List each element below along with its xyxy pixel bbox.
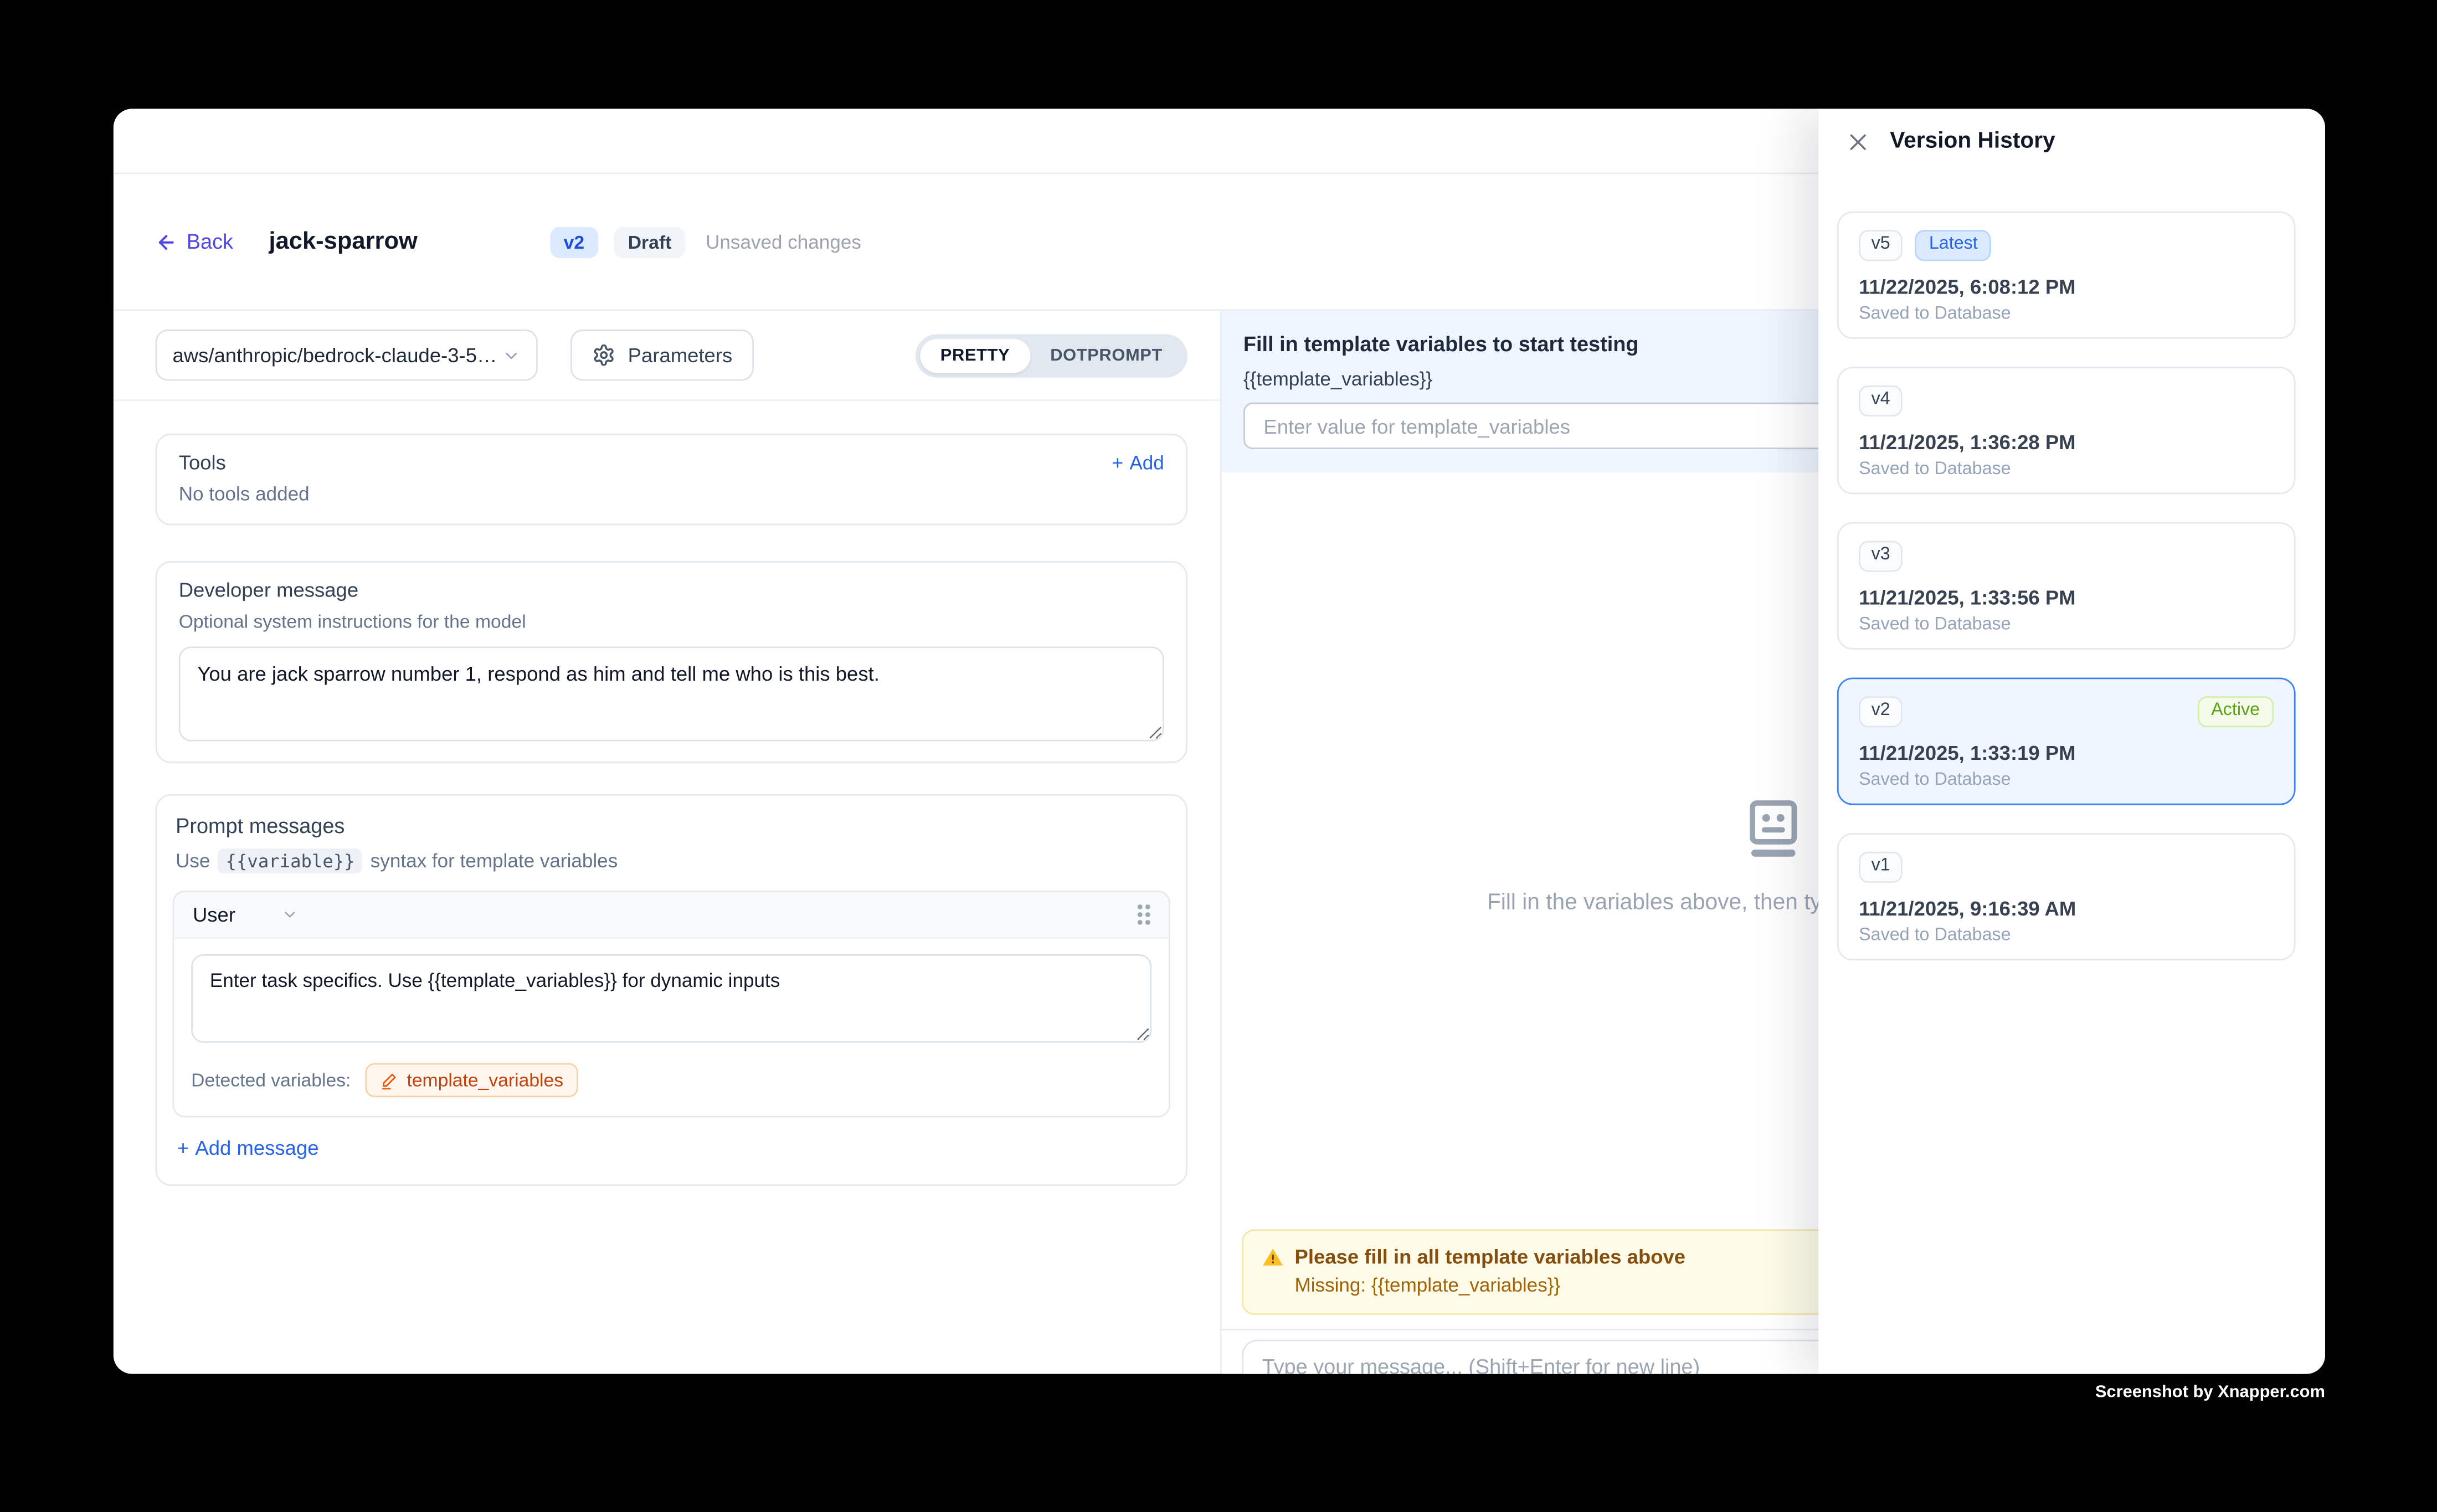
variable-syntax-chip: {{variable}} bbox=[218, 848, 363, 873]
active-badge: Active bbox=[2197, 696, 2274, 727]
version-timestamp: 11/22/2025, 6:08:12 PM bbox=[1859, 274, 2274, 297]
bot-icon bbox=[1737, 793, 1809, 864]
version-note: Saved to Database bbox=[1859, 770, 2274, 789]
version-timestamp: 11/21/2025, 9:16:39 AM bbox=[1859, 896, 2274, 919]
version-badge: v2 bbox=[549, 226, 598, 257]
developer-message-subtitle: Optional system instructions for the mod… bbox=[179, 611, 1164, 632]
editor-content: Tools +Add No tools added Developer mess… bbox=[114, 401, 1220, 1186]
add-message-button[interactable]: + Add message bbox=[177, 1136, 319, 1159]
detected-variable-name: template_variables bbox=[407, 1069, 563, 1091]
latest-badge: Latest bbox=[1915, 230, 1992, 260]
format-toggle: PRETTY DOTPROMPT bbox=[916, 333, 1187, 377]
version-history-panel: Version History v5 Latest 11/22/2025, 6:… bbox=[1818, 109, 2325, 1374]
version-history-header: Version History bbox=[1818, 109, 2325, 153]
template-syntax-hint: Use {{variable}} syntax for template var… bbox=[176, 848, 1170, 873]
prompt-messages-title: Prompt messages bbox=[176, 814, 1170, 837]
tools-title: Tools bbox=[179, 451, 226, 474]
screenshot-stage: Back jack-sparrow v2 Draft Unsaved chang… bbox=[0, 0, 2437, 1512]
warning-triangle-icon bbox=[1262, 1246, 1284, 1267]
chevron-down-icon[interactable] bbox=[282, 906, 299, 923]
watermark: Screenshot by Xnapper.com bbox=[2095, 1383, 2325, 1402]
version-card-v4[interactable]: v4 11/21/2025, 1:36:28 PM Saved to Datab… bbox=[1837, 367, 2296, 494]
draft-badge: Draft bbox=[614, 226, 685, 257]
version-chip: v1 bbox=[1859, 852, 1903, 882]
version-chip: v4 bbox=[1859, 385, 1903, 416]
toggle-pretty[interactable]: PRETTY bbox=[920, 338, 1030, 372]
tools-empty-label: No tools added bbox=[179, 484, 1164, 505]
back-label: Back bbox=[187, 230, 233, 253]
back-button[interactable]: Back bbox=[156, 230, 233, 253]
version-timestamp: 11/21/2025, 1:33:56 PM bbox=[1859, 585, 2274, 609]
page-title: jack-sparrow bbox=[269, 228, 418, 256]
hint-prefix: Use bbox=[176, 850, 210, 872]
developer-message-card: Developer message Optional system instru… bbox=[156, 561, 1187, 763]
version-chip: v3 bbox=[1859, 541, 1903, 572]
role-select-value[interactable]: User bbox=[193, 903, 235, 926]
message-body: Enter task specifics. Use {{template_var… bbox=[174, 939, 1169, 1116]
version-history-title: Version History bbox=[1890, 129, 2055, 154]
developer-message-textarea[interactable]: You are jack sparrow number 1, respond a… bbox=[179, 646, 1164, 741]
message-role-header: User bbox=[174, 892, 1169, 939]
chevron-down-icon bbox=[502, 346, 521, 364]
add-message-label: Add message bbox=[195, 1136, 318, 1159]
app-window: Back jack-sparrow v2 Draft Unsaved chang… bbox=[114, 109, 2325, 1374]
parameters-button[interactable]: Parameters bbox=[570, 330, 754, 381]
prompt-message-textarea[interactable]: Enter task specifics. Use {{template_var… bbox=[191, 954, 1151, 1043]
arrow-left-icon bbox=[156, 231, 177, 253]
toggle-dotprompt[interactable]: DOTPROMPT bbox=[1030, 338, 1183, 372]
plus-icon: + bbox=[1112, 451, 1124, 473]
unsaved-changes-label: Unsaved changes bbox=[706, 231, 861, 253]
header-badges: v2 Draft Unsaved changes bbox=[549, 226, 861, 257]
version-card-v2[interactable]: v2 Active 11/21/2025, 1:33:19 PM Saved t… bbox=[1837, 677, 2296, 805]
pencil-icon bbox=[381, 1072, 398, 1089]
parameters-label: Parameters bbox=[628, 343, 733, 367]
version-card-v1[interactable]: v1 11/21/2025, 9:16:39 AM Saved to Datab… bbox=[1837, 833, 2296, 960]
prompt-messages-card: Prompt messages Use {{variable}} syntax … bbox=[156, 794, 1187, 1186]
drag-handle-icon[interactable] bbox=[1138, 904, 1150, 924]
developer-message-title: Developer message bbox=[179, 578, 1164, 601]
hint-suffix: syntax for template variables bbox=[371, 850, 618, 872]
version-note: Saved to Database bbox=[1859, 304, 2274, 323]
detected-variables-label: Detected variables: bbox=[191, 1069, 351, 1091]
model-select-value: aws/anthropic/bedrock-claude-3-5-s... bbox=[172, 343, 502, 367]
add-tool-label: Add bbox=[1129, 451, 1164, 473]
version-card-v5[interactable]: v5 Latest 11/22/2025, 6:08:12 PM Saved t… bbox=[1837, 212, 2296, 339]
detected-variables-row: Detected variables: template_variables bbox=[191, 1063, 1151, 1097]
version-timestamp: 11/21/2025, 1:33:19 PM bbox=[1859, 740, 2274, 764]
gear-icon bbox=[592, 343, 615, 367]
warning-title: Please fill in all template variables ab… bbox=[1294, 1245, 1685, 1268]
editor-pane: aws/anthropic/bedrock-claude-3-5-s... Pa… bbox=[114, 311, 1222, 1374]
version-chip: v5 bbox=[1859, 230, 1903, 260]
tools-card: Tools +Add No tools added bbox=[156, 434, 1187, 526]
version-note: Saved to Database bbox=[1859, 615, 2274, 634]
version-card-v3[interactable]: v3 11/21/2025, 1:33:56 PM Saved to Datab… bbox=[1837, 522, 2296, 650]
model-select[interactable]: aws/anthropic/bedrock-claude-3-5-s... bbox=[156, 330, 538, 381]
editor-toolbar: aws/anthropic/bedrock-claude-3-5-s... Pa… bbox=[114, 311, 1220, 401]
prompt-message-block: User Enter task specifics. Use {{templat… bbox=[172, 891, 1170, 1118]
plus-icon: + bbox=[177, 1136, 189, 1159]
version-chip: v2 bbox=[1859, 696, 1903, 727]
add-tool-button[interactable]: +Add bbox=[1112, 451, 1164, 473]
version-timestamp: 11/21/2025, 1:36:28 PM bbox=[1859, 430, 2274, 453]
close-icon[interactable] bbox=[1847, 130, 1870, 153]
version-note: Saved to Database bbox=[1859, 459, 2274, 478]
version-list: v5 Latest 11/22/2025, 6:08:12 PM Saved t… bbox=[1837, 212, 2296, 989]
detected-variable-badge[interactable]: template_variables bbox=[365, 1063, 579, 1097]
version-note: Saved to Database bbox=[1859, 925, 2274, 944]
